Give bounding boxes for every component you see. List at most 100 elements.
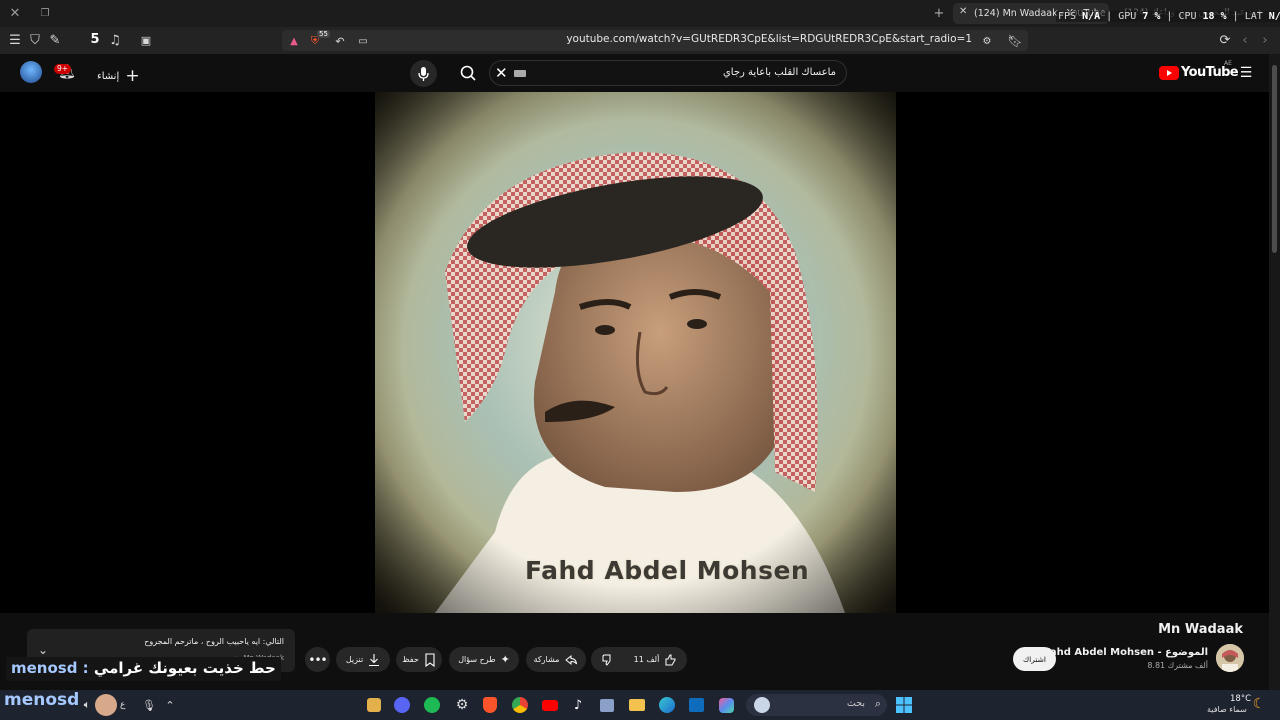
save-playlist-icon <box>425 652 435 667</box>
stream-username-overlay: menosd <box>4 690 80 710</box>
scrollbar-thumb[interactable] <box>1272 65 1277 253</box>
voice-search-button[interactable] <box>410 60 437 87</box>
keyboard-icon[interactable] <box>514 70 526 77</box>
store-icon[interactable] <box>597 695 617 715</box>
taskbar-search-placeholder: بحث <box>846 698 865 709</box>
tray-mic-icon[interactable]: 🎙︎ <box>140 696 158 714</box>
download-icon <box>369 653 380 666</box>
site-settings-icon[interactable]: ⚙ <box>978 32 996 50</box>
tab-grid-icon[interactable]: ▣ <box>137 31 155 49</box>
microphone-icon <box>418 67 429 81</box>
gpu-label: GPU <box>1118 11 1137 22</box>
thumbs-up-icon <box>665 654 676 665</box>
dislike-button[interactable] <box>601 653 615 667</box>
copilot-icon[interactable] <box>716 695 736 715</box>
save-button[interactable]: حفظ <box>396 647 442 672</box>
notification-badge: 9+ <box>54 64 72 74</box>
speaker-icon[interactable]: 🔈︎ <box>78 696 96 714</box>
like-dislike-group: 11 ألف <box>591 647 687 672</box>
reader-mode-icon[interactable]: ▭ <box>354 32 372 50</box>
bookmark-icon[interactable]: 🔖︎ <box>1006 32 1024 50</box>
pen-icon[interactable]: ✎ <box>46 31 64 49</box>
weather-description[interactable]: سماء صافية <box>1207 705 1247 714</box>
chat-overlay-message: menosd : حط خذيت بعيونك غرامي <box>6 657 281 681</box>
save-label: حفظ <box>402 655 419 664</box>
plus-icon: + <box>125 66 140 86</box>
region-code: AE <box>1224 60 1232 67</box>
cpu-label: CPU <box>1178 11 1197 22</box>
like-button[interactable]: 11 ألف <box>634 653 678 667</box>
create-button[interactable]: إنشاء + <box>97 64 140 86</box>
lat-value: N/A <box>1268 11 1280 22</box>
tab-strip: ✕ ❐ + ✕ (124) Mn Wadaak - YouTube (124) … <box>0 0 1280 27</box>
search-button[interactable] <box>452 60 485 86</box>
shield-icon[interactable]: ⛉ <box>26 31 44 49</box>
restore-window-icon[interactable]: ❐ <box>36 4 54 22</box>
aria-icon[interactable]: ▲ <box>285 32 303 50</box>
music-icon[interactable]: ♫ <box>106 31 124 49</box>
weather-moon-icon[interactable]: ☾ <box>1250 695 1268 713</box>
new-tab-icon[interactable]: + <box>930 4 948 22</box>
fps-value: N/A <box>1082 11 1101 22</box>
share-button[interactable]: مشاركة <box>526 647 586 672</box>
share-label: مشاركة <box>533 655 560 664</box>
fps-label: FPS <box>1058 11 1077 22</box>
tiktok-icon[interactable]: ♪ <box>568 695 588 715</box>
cpu-value: 18 % <box>1202 11 1227 22</box>
clear-search-icon[interactable]: ✕ <box>495 64 508 82</box>
url-text[interactable]: youtube.com/watch?v=GUtREDR3CpE&list=RDG… <box>566 33 972 45</box>
address-bar[interactable]: ▲ ⛨ 55 ↶ ▭ youtube.com/watch?v=GUtREDR3C… <box>282 30 1028 51</box>
taskbar-search[interactable]: بحث ⌕ <box>746 694 887 716</box>
ask-label: طرح سؤال <box>458 655 496 664</box>
up-next-title: التالي: ايه ياحبيب الروح ، ماترحم المجرو… <box>144 637 284 646</box>
user-avatar[interactable] <box>95 694 117 716</box>
tray-chevron-up-icon[interactable]: ⌃ <box>161 696 179 714</box>
edge-icon[interactable] <box>657 695 677 715</box>
reload-icon[interactable]: ⟳ <box>1216 31 1234 49</box>
search-query: ماعساك القلب باعاية رجاي <box>722 67 836 78</box>
windows-start-icon[interactable] <box>894 695 914 715</box>
search-highlight-icon <box>754 697 770 713</box>
taskbar-app-1-icon[interactable] <box>364 695 384 715</box>
channel-avatar[interactable] <box>1216 644 1244 672</box>
share-page-icon[interactable]: ↶ <box>331 32 349 50</box>
download-label: تنزيل <box>345 655 364 664</box>
chevron-down-icon[interactable]: ⌄ <box>38 643 48 657</box>
lat-label: LAT <box>1244 11 1263 22</box>
youtube-play-logo-icon <box>1159 66 1179 80</box>
spotify-icon[interactable] <box>422 695 442 715</box>
create-label: إنشاء <box>97 71 120 82</box>
close-window-icon[interactable]: ✕ <box>6 4 24 22</box>
more-actions-icon[interactable]: ••• <box>305 647 330 672</box>
chrome-icon[interactable] <box>510 695 530 715</box>
sparkle-icon: ✦ <box>500 653 510 666</box>
file-explorer-icon[interactable] <box>627 695 647 715</box>
account-avatar[interactable] <box>20 61 42 83</box>
outlook-icon[interactable] <box>686 695 706 715</box>
guide-menu-icon[interactable]: ☰ <box>1237 64 1255 82</box>
chat-username: menosd : <box>11 659 89 677</box>
search-input[interactable]: ✕ ماعساك القلب باعاية رجاي <box>489 60 847 86</box>
close-tab-icon[interactable]: ✕ <box>959 6 967 17</box>
search-icon <box>460 65 476 81</box>
brave-browser-icon[interactable] <box>480 695 500 715</box>
channel-name[interactable]: Fahd Abdel Mohsen - الموضوع <box>1044 647 1208 658</box>
extension-five-icon[interactable]: 5 <box>86 30 104 48</box>
download-button[interactable]: تنزيل <box>336 647 390 672</box>
ask-button[interactable]: طرح سؤال ✦ <box>449 647 519 672</box>
back-icon[interactable]: ‹ <box>1236 31 1254 49</box>
weather-temperature[interactable]: 18°C <box>1230 694 1251 704</box>
chat-message-text: حط خذيت بعيونك غرامي <box>93 659 276 677</box>
discord-icon[interactable] <box>392 695 412 715</box>
like-count: 11 ألف <box>633 655 660 664</box>
input-language[interactable]: ع <box>120 700 125 710</box>
youtube-app-icon[interactable] <box>540 695 560 715</box>
channel-avatar-image <box>1216 644 1244 672</box>
video-frame[interactable] <box>375 92 896 613</box>
video-title: Mn Wadaak <box>1158 622 1243 637</box>
forward-icon[interactable]: › <box>1256 31 1274 49</box>
menu-icon[interactable]: ☰ <box>6 31 24 49</box>
subscribe-button[interactable]: اشتراك <box>1013 647 1056 671</box>
performance-overlay: FPS N/A | GPU 7 % | CPU 18 % | LAT N/A <box>1056 11 1280 22</box>
settings-gear-icon[interactable]: ⚙ <box>452 695 472 715</box>
